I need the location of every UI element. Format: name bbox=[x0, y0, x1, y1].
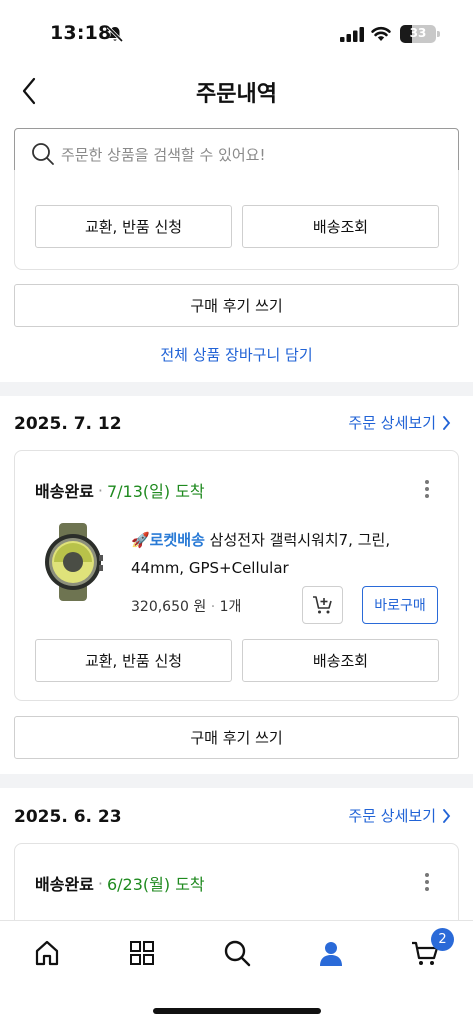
chevron-right-icon bbox=[443, 415, 451, 430]
add-all-to-cart-link[interactable]: 전체 상품 장바구니 담기 bbox=[0, 344, 473, 365]
status-label: 배송완료 bbox=[35, 482, 94, 501]
exchange-return-button[interactable]: 교환, 반품 신청 bbox=[35, 205, 232, 248]
add-to-cart-button[interactable] bbox=[302, 586, 343, 624]
product-price: 320,650 원 bbox=[131, 599, 207, 615]
more-vertical-icon[interactable] bbox=[424, 872, 430, 892]
tab-home[interactable] bbox=[31, 937, 63, 969]
signal-icon bbox=[340, 27, 364, 42]
battery-icon: 33 bbox=[400, 25, 436, 43]
arrival-date: 7/13(일) 도착 bbox=[106, 482, 205, 501]
rocket-delivery-badge: 🚀로켓배송 bbox=[131, 531, 205, 549]
order-date: 2025. 6. 23 bbox=[14, 807, 122, 827]
delivery-status: 배송완료 · 7/13(일) 도착 bbox=[35, 478, 205, 502]
cart-plus-icon bbox=[312, 596, 332, 614]
chevron-right-icon bbox=[443, 808, 451, 823]
search-icon bbox=[32, 143, 54, 165]
delivery-status: 배송완료 · 6/23(월) 도착 bbox=[35, 871, 205, 895]
battery-nub bbox=[437, 31, 440, 37]
search-placeholder: 주문한 상품을 검색할 수 있어요! bbox=[61, 145, 266, 164]
arrival-date: 6/23(월) 도착 bbox=[106, 875, 205, 894]
search-icon bbox=[224, 940, 251, 967]
exchange-return-button[interactable]: 교환, 반품 신청 bbox=[35, 639, 232, 682]
order-card: 배송완료 · 7/13(일) 도착 🚀로켓배송 삼성전자 갤럭시워치7, 그린,… bbox=[14, 450, 459, 701]
order-card-previous: 교환, 반품 신청 배송조회 bbox=[14, 170, 459, 270]
product-name[interactable]: 🚀로켓배송 삼성전자 갤럭시워치7, 그린, 44mm, GPS+Cellula… bbox=[131, 526, 431, 582]
order-detail-label: 주문 상세보기 bbox=[348, 414, 436, 432]
track-delivery-button[interactable]: 배송조회 bbox=[242, 639, 439, 682]
order-date: 2025. 7. 12 bbox=[14, 414, 122, 434]
product-image[interactable] bbox=[37, 523, 109, 601]
page-title: 주문내역 bbox=[196, 82, 277, 107]
product-quantity: 1개 bbox=[219, 599, 242, 615]
bell-off-icon bbox=[106, 25, 124, 43]
tab-search[interactable] bbox=[221, 937, 253, 969]
track-delivery-button[interactable]: 배송조회 bbox=[242, 205, 439, 248]
price-line: 320,650 원 · 1개 bbox=[131, 599, 242, 615]
order-detail-label: 주문 상세보기 bbox=[348, 807, 436, 825]
status-separator: · bbox=[97, 873, 103, 893]
status-time: 13:18 bbox=[50, 22, 112, 44]
write-review-button[interactable]: 구매 후기 쓰기 bbox=[14, 284, 459, 327]
section-divider bbox=[0, 774, 473, 788]
order-detail-link[interactable]: 주문 상세보기 bbox=[348, 805, 451, 826]
write-review-button[interactable]: 구매 후기 쓰기 bbox=[14, 716, 459, 759]
status-label: 배송완료 bbox=[35, 875, 94, 894]
categories-icon bbox=[130, 941, 154, 965]
tab-my-page[interactable] bbox=[315, 937, 347, 969]
battery-percent: 33 bbox=[409, 26, 427, 40]
tab-categories[interactable] bbox=[126, 937, 158, 969]
home-icon bbox=[35, 940, 59, 966]
home-indicator bbox=[153, 1008, 321, 1014]
buy-now-button[interactable]: 바로구매 bbox=[362, 586, 438, 624]
section-divider bbox=[0, 382, 473, 396]
wifi-icon bbox=[371, 26, 391, 41]
order-detail-link[interactable]: 주문 상세보기 bbox=[348, 412, 451, 433]
my-page-icon bbox=[320, 942, 342, 966]
status-separator: · bbox=[97, 480, 103, 500]
more-vertical-icon[interactable] bbox=[424, 479, 430, 499]
status-bar: 13:18 33 bbox=[0, 0, 473, 60]
cart-count-badge: 2 bbox=[431, 928, 454, 951]
